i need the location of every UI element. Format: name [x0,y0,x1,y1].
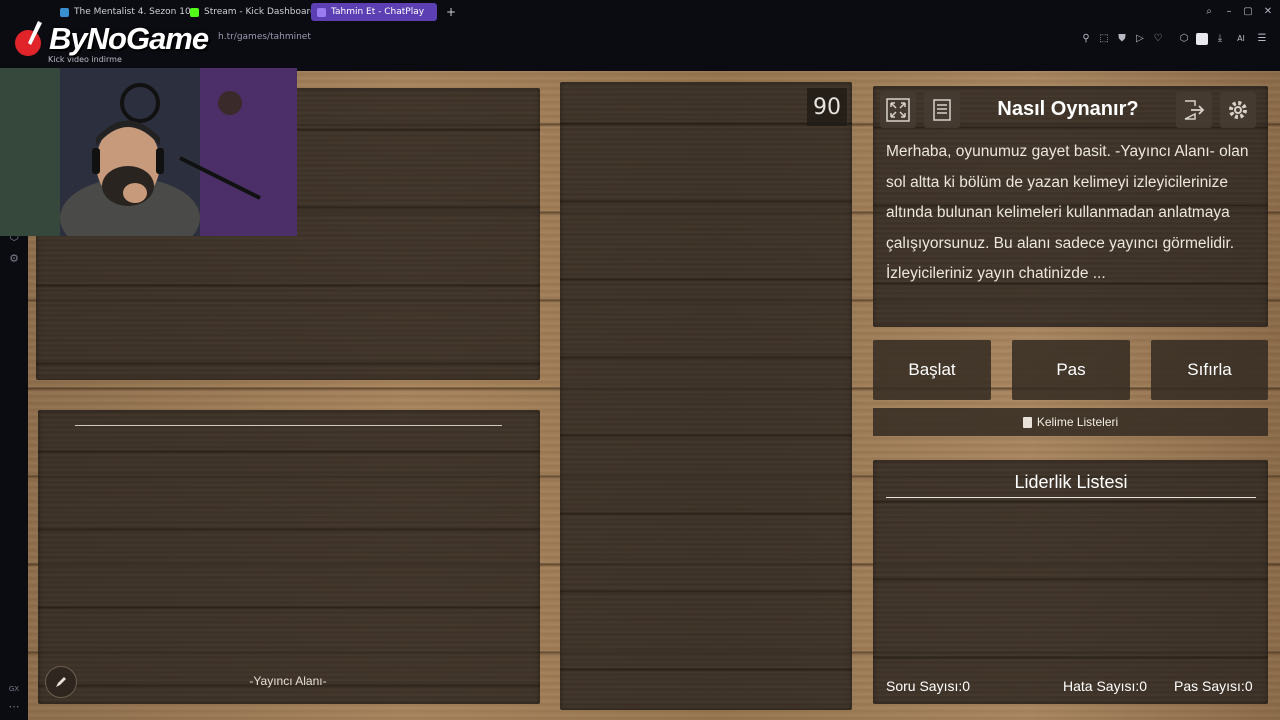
streamer-area-panel [38,410,540,704]
logo-text: ByNoGame [49,21,209,56]
tab-tahmin-et[interactable]: Tahmin Et - ChatPlay [311,3,437,21]
sidebar-settings-icon[interactable]: ⚙ [8,253,20,265]
tab-label: Tahmin Et - ChatPlay [331,7,425,17]
screenshot-icon[interactable]: ⬚ [1098,33,1110,45]
download-icon[interactable]: ⤓ [1214,33,1226,45]
gx-label: GX [8,685,20,693]
maximize-icon[interactable]: ▢ [1242,6,1254,18]
gear-icon [1229,101,1247,119]
streamer-area-divider [75,425,502,426]
fullscreen-button[interactable] [880,92,916,128]
extensions-icon[interactable]: ⬡ [1178,33,1190,45]
question-count-label: Soru Sayısı: [886,678,963,694]
webcam-video [0,68,297,236]
ai-button[interactable]: AI [1232,33,1250,45]
error-count-value: 0 [1139,678,1148,694]
tab-label: Stream - Kick Dashboard [204,7,316,17]
pin-icon[interactable]: ⚲ [1080,33,1092,45]
how-to-play-text: Merhaba, oyunumuz gayet basit. -Yayıncı … [886,143,1249,282]
bynogame-logo: ByNoGame [14,14,209,64]
clipboard-icon [1022,416,1032,428]
exit-button[interactable] [1176,92,1212,128]
start-button[interactable]: Başlat [873,340,991,400]
question-count: Soru Sayısı:0 [886,678,970,694]
leaderboard-divider [886,497,1256,498]
streamer-area-label: -Yayıncı Alanı- [249,674,327,688]
exit-icon [1184,100,1205,120]
chatplay-favicon-icon [317,7,326,17]
pass-count-value: 0 [1244,678,1253,694]
error-count: Hata Sayısı:0 [1063,678,1147,694]
chat-guesses-panel [560,82,852,710]
logo-mark-icon [15,21,42,56]
sidebar-more-icon[interactable]: ⋯ [8,701,20,713]
close-window-icon[interactable]: ✕ [1262,6,1274,18]
reset-button[interactable]: Sıfırla [1151,340,1268,400]
fullscreen-icon [886,98,910,122]
minimize-icon[interactable]: – [1223,6,1235,18]
pass-count-label: Pas Sayısı: [1174,678,1245,694]
document-icon [933,99,951,121]
webcam-overlay [0,68,297,236]
leaderboard-title: Liderlik Listesi [1014,472,1128,492]
how-to-play-title: Nasıl Oynanır? [997,98,1139,120]
new-tab-button[interactable]: + [440,3,462,21]
word-lists-label: Kelime Listeleri [1036,415,1119,429]
search-tabs-icon[interactable]: ⌕ [1203,6,1215,18]
pass-count: Pas Sayısı:0 [1174,678,1253,694]
question-count-value: 0 [962,678,971,694]
screen: { "browser": { "tabs": [ {"label": "The … [0,0,1280,720]
play-icon[interactable]: ▷ [1134,33,1146,45]
shield-icon[interactable]: ⛊ [1116,33,1128,45]
settings-button[interactable] [1220,92,1256,128]
error-count-label: Hata Sayısı: [1063,678,1140,694]
word-lists-button[interactable]: Kelime Listeleri [873,408,1268,436]
pass-button[interactable]: Pas [1012,340,1130,400]
profile-icon[interactable] [1196,33,1208,45]
menu-icon[interactable]: ☰ [1256,33,1268,45]
heart-icon[interactable]: ♡ [1152,33,1164,45]
url-field[interactable]: h.tr/games/tahminet [218,32,311,42]
notes-button[interactable] [924,92,960,128]
countdown-timer: 90 [807,88,847,126]
